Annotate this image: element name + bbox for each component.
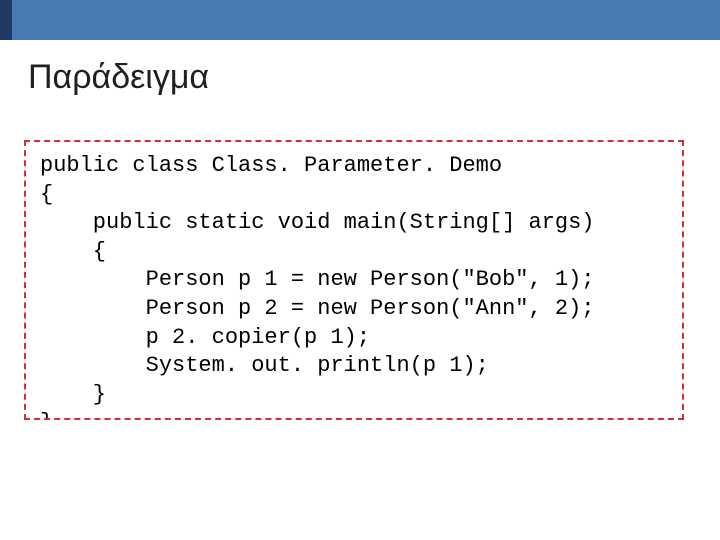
slide: Παράδειγμα public class Class. Parameter… <box>0 0 720 540</box>
slide-title: Παράδειγμα <box>28 58 720 97</box>
code-line: public static void main(String[] args) <box>40 210 595 235</box>
header-accent <box>0 0 12 40</box>
header-bar <box>0 0 720 40</box>
code-line: } <box>40 382 106 407</box>
code-line: Person p 1 = new Person("Bob", 1); <box>40 267 595 292</box>
code-line: System. out. println(p 1); <box>40 353 489 378</box>
code-line: public class Class. Parameter. Demo <box>40 153 502 178</box>
code-block: public class Class. Parameter. Demo { pu… <box>24 140 684 420</box>
code-line: Person p 2 = new Person("Ann", 2); <box>40 296 595 321</box>
code-line: } <box>40 410 53 420</box>
code-line: p 2. copier(p 1); <box>40 325 370 350</box>
code-line: { <box>40 239 106 264</box>
code-line: { <box>40 182 53 207</box>
